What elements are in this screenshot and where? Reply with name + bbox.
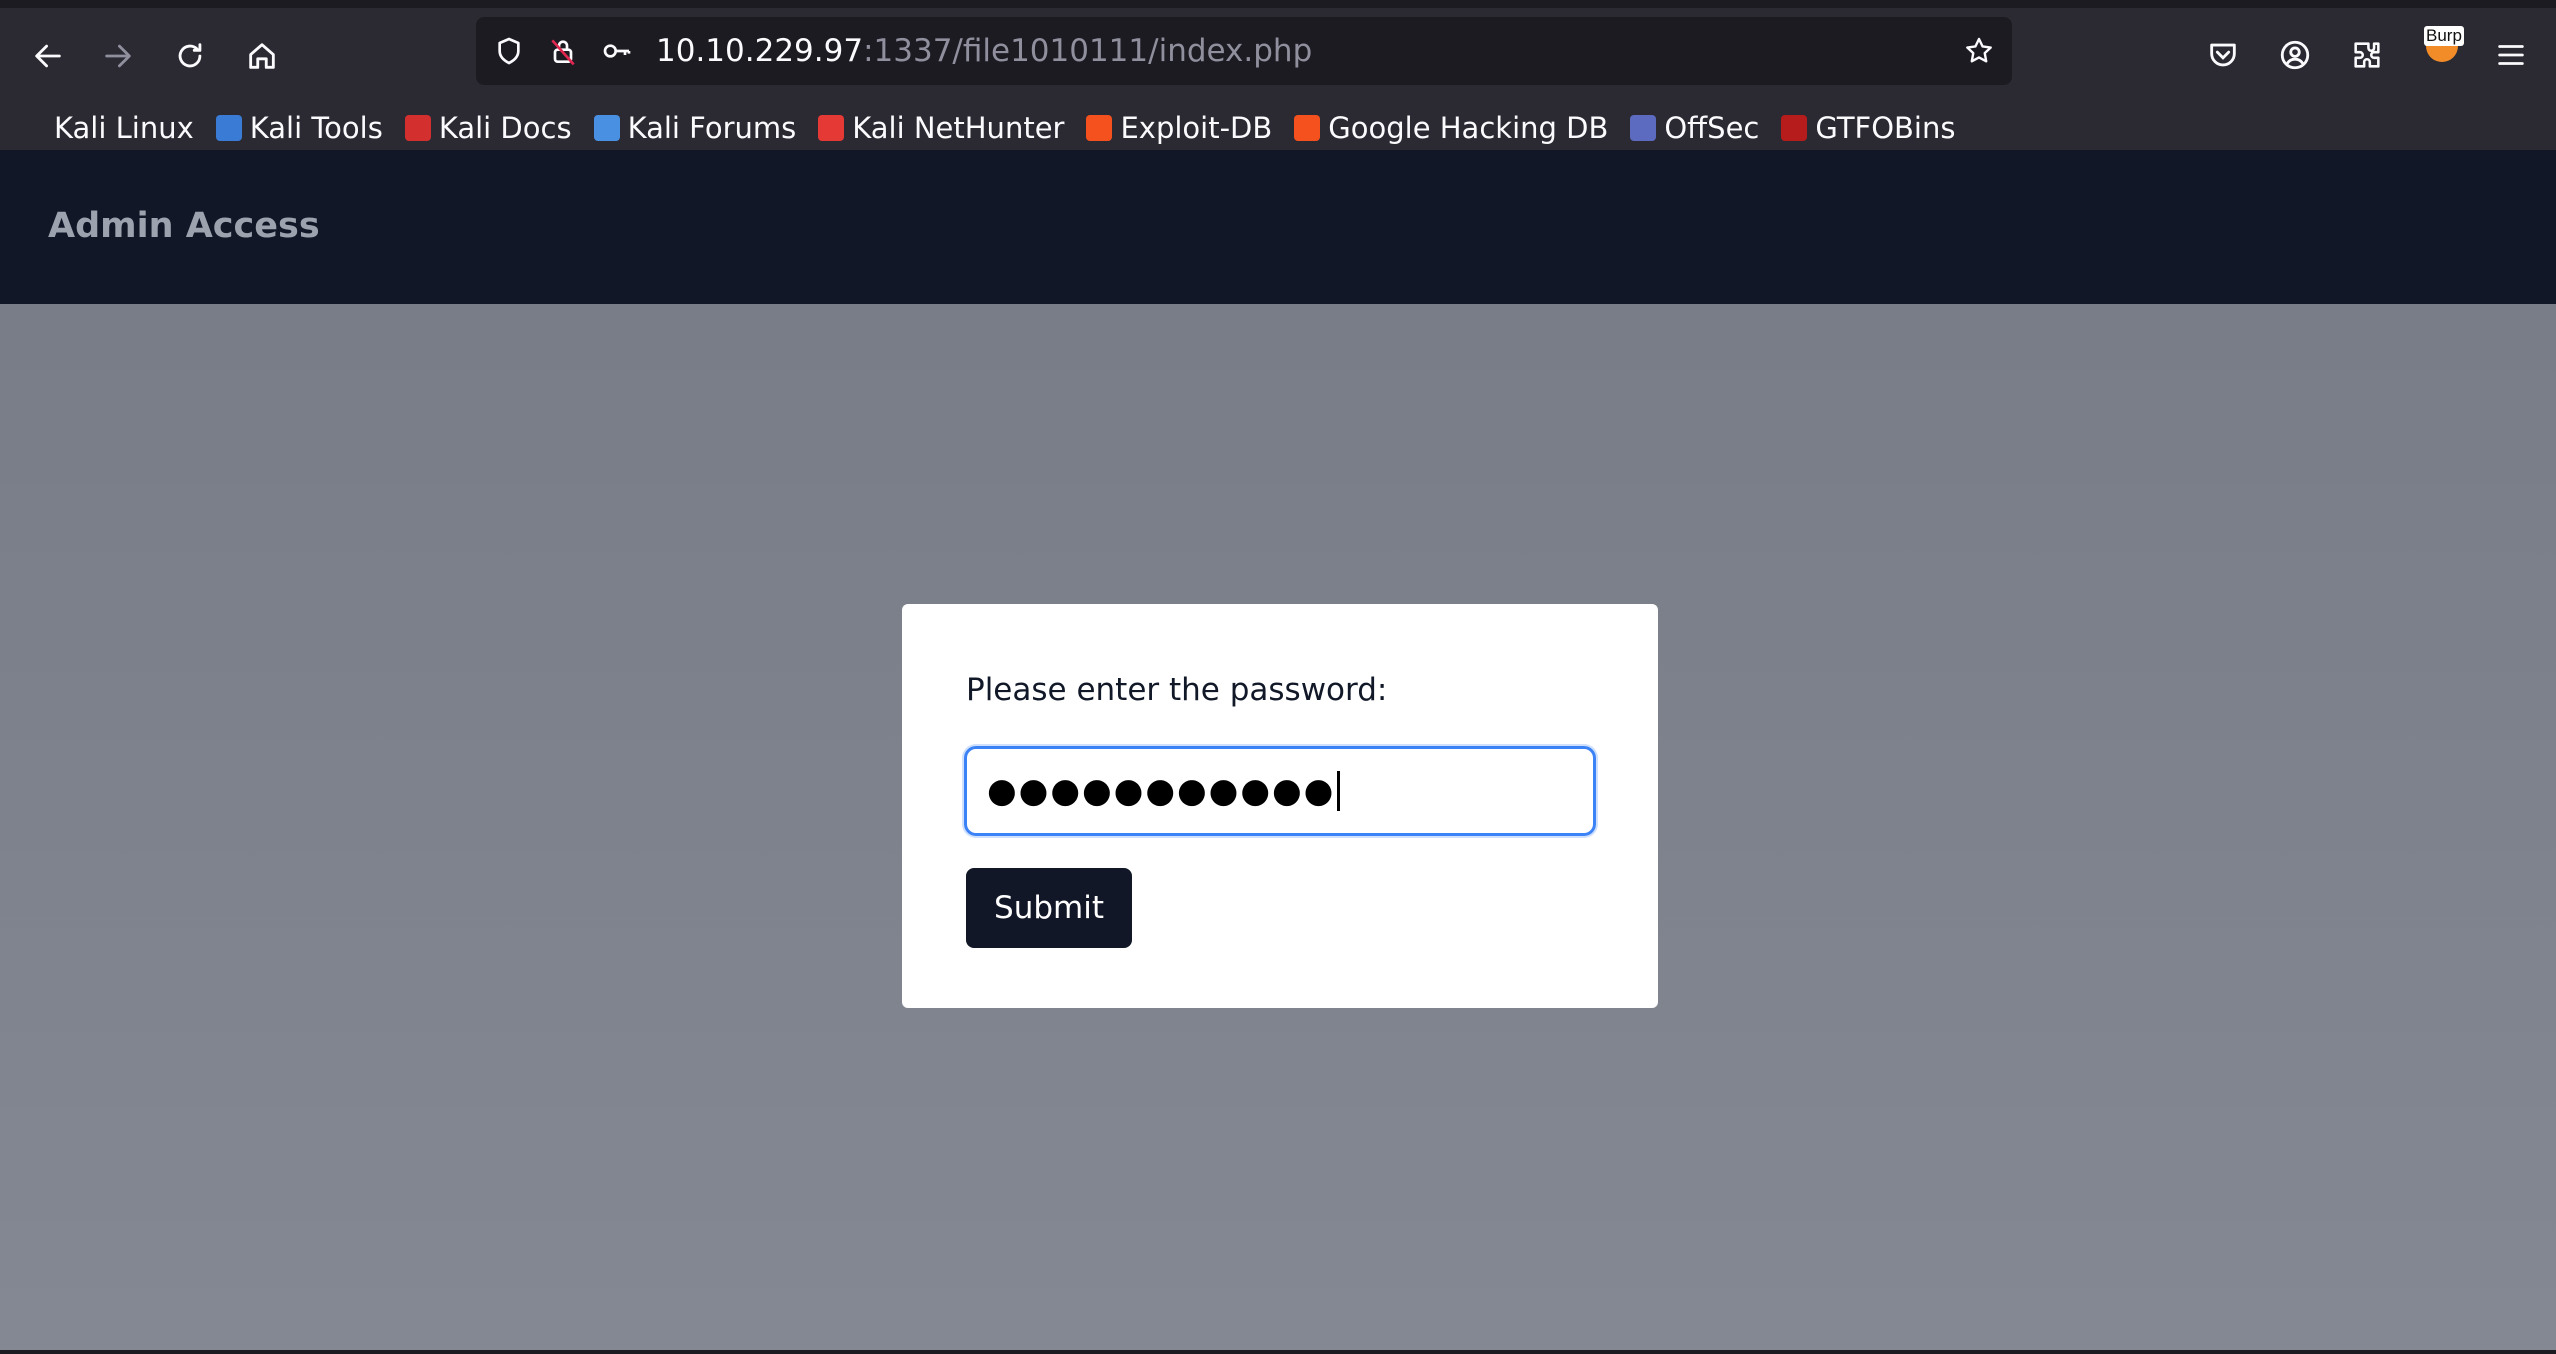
gtfobins-icon — [1781, 115, 1808, 141]
account-icon[interactable] — [2270, 28, 2320, 82]
reload-icon — [178, 43, 202, 68]
bookmark-label: Google Hacking DB — [1328, 111, 1609, 145]
bookmark-item[interactable]: Kali Tools — [215, 106, 383, 150]
url-host: 10.10.229.97 — [656, 33, 864, 69]
back-arrow-icon — [35, 44, 61, 68]
reload-button[interactable] — [164, 30, 216, 82]
bookmark-item[interactable]: Exploit-DB — [1086, 106, 1272, 150]
ghdb-icon — [1294, 115, 1321, 141]
home-icon — [249, 43, 275, 69]
extensions-icon[interactable] — [2342, 28, 2392, 82]
bookmark-item[interactable]: Kali NetHunter — [818, 106, 1064, 150]
kali-tools-icon — [215, 115, 242, 141]
bookmark-label: Kali Docs — [438, 111, 572, 145]
url-path: :1337/file1010111/index.php — [863, 33, 1313, 69]
exploit-db-icon — [1086, 115, 1113, 141]
password-masked-value: ●●●●●●●●●●● — [987, 771, 1336, 811]
forward-arrow-icon — [105, 44, 131, 68]
password-card: Please enter the password: ●●●●●●●●●●● S… — [902, 604, 1658, 1008]
bookmark-star-icon[interactable] — [1960, 32, 1998, 70]
bookmark-item[interactable]: OffSec — [1630, 106, 1759, 150]
bookmark-label: Exploit-DB — [1120, 111, 1273, 145]
window-bottom-edge — [0, 1350, 2556, 1354]
pocket-icon[interactable] — [2198, 28, 2248, 82]
offsec-icon — [1630, 115, 1657, 141]
hamburger-menu-icon[interactable] — [2486, 28, 2536, 82]
bookmark-label: Kali Forums — [627, 111, 797, 145]
bookmark-item[interactable]: Kali Docs — [404, 106, 572, 150]
burp-extension-icon[interactable]: Burp — [2420, 24, 2464, 68]
bookmark-label: Kali Linux — [54, 111, 194, 145]
text-caret — [1337, 771, 1341, 811]
submit-button[interactable]: Submit — [966, 868, 1132, 948]
back-button[interactable] — [22, 30, 74, 82]
bookmark-label: Kali NetHunter — [852, 111, 1065, 145]
kali-docs-icon — [404, 115, 431, 141]
burp-badge-label: Burp — [2424, 26, 2464, 46]
password-input[interactable]: ●●●●●●●●●●● — [964, 746, 1596, 836]
home-button[interactable] — [236, 30, 288, 82]
site-header: Admin Access — [0, 150, 2556, 304]
nethunter-icon — [818, 115, 845, 141]
bookmarks-toolbar: Kali Linux Kali Tools Kali Docs Kali Forums… — [20, 104, 1977, 152]
kali-forums-icon — [593, 115, 620, 141]
kali-dragon-icon — [20, 115, 46, 141]
bookmark-item[interactable]: Google Hacking DB — [1294, 106, 1608, 150]
bookmark-item[interactable]: GTFOBins — [1781, 106, 1955, 150]
browser-chrome: 10.10.229.97:1337/file1010111/index.php … — [0, 0, 2556, 150]
bookmark-item[interactable]: Kali Forums — [593, 106, 797, 150]
bookmark-item[interactable]: Kali Linux — [20, 106, 194, 150]
shield-icon[interactable] — [490, 32, 528, 70]
bookmark-label: Kali Tools — [249, 111, 383, 145]
url-text[interactable]: 10.10.229.97:1337/file1010111/index.php — [656, 33, 1312, 69]
bookmark-label: OffSec — [1664, 111, 1760, 145]
page-viewport: Admin Access Please enter the password: … — [0, 150, 2556, 1350]
url-bar[interactable]: 10.10.229.97:1337/file1010111/index.php — [476, 17, 2012, 85]
site-title[interactable]: Admin Access — [48, 206, 320, 246]
forward-button[interactable] — [92, 30, 144, 82]
password-prompt-label: Please enter the password: — [966, 672, 1388, 708]
bookmark-label: GTFOBins — [1815, 111, 1956, 145]
key-icon[interactable] — [598, 32, 636, 70]
insecure-lock-icon[interactable] — [544, 32, 582, 70]
